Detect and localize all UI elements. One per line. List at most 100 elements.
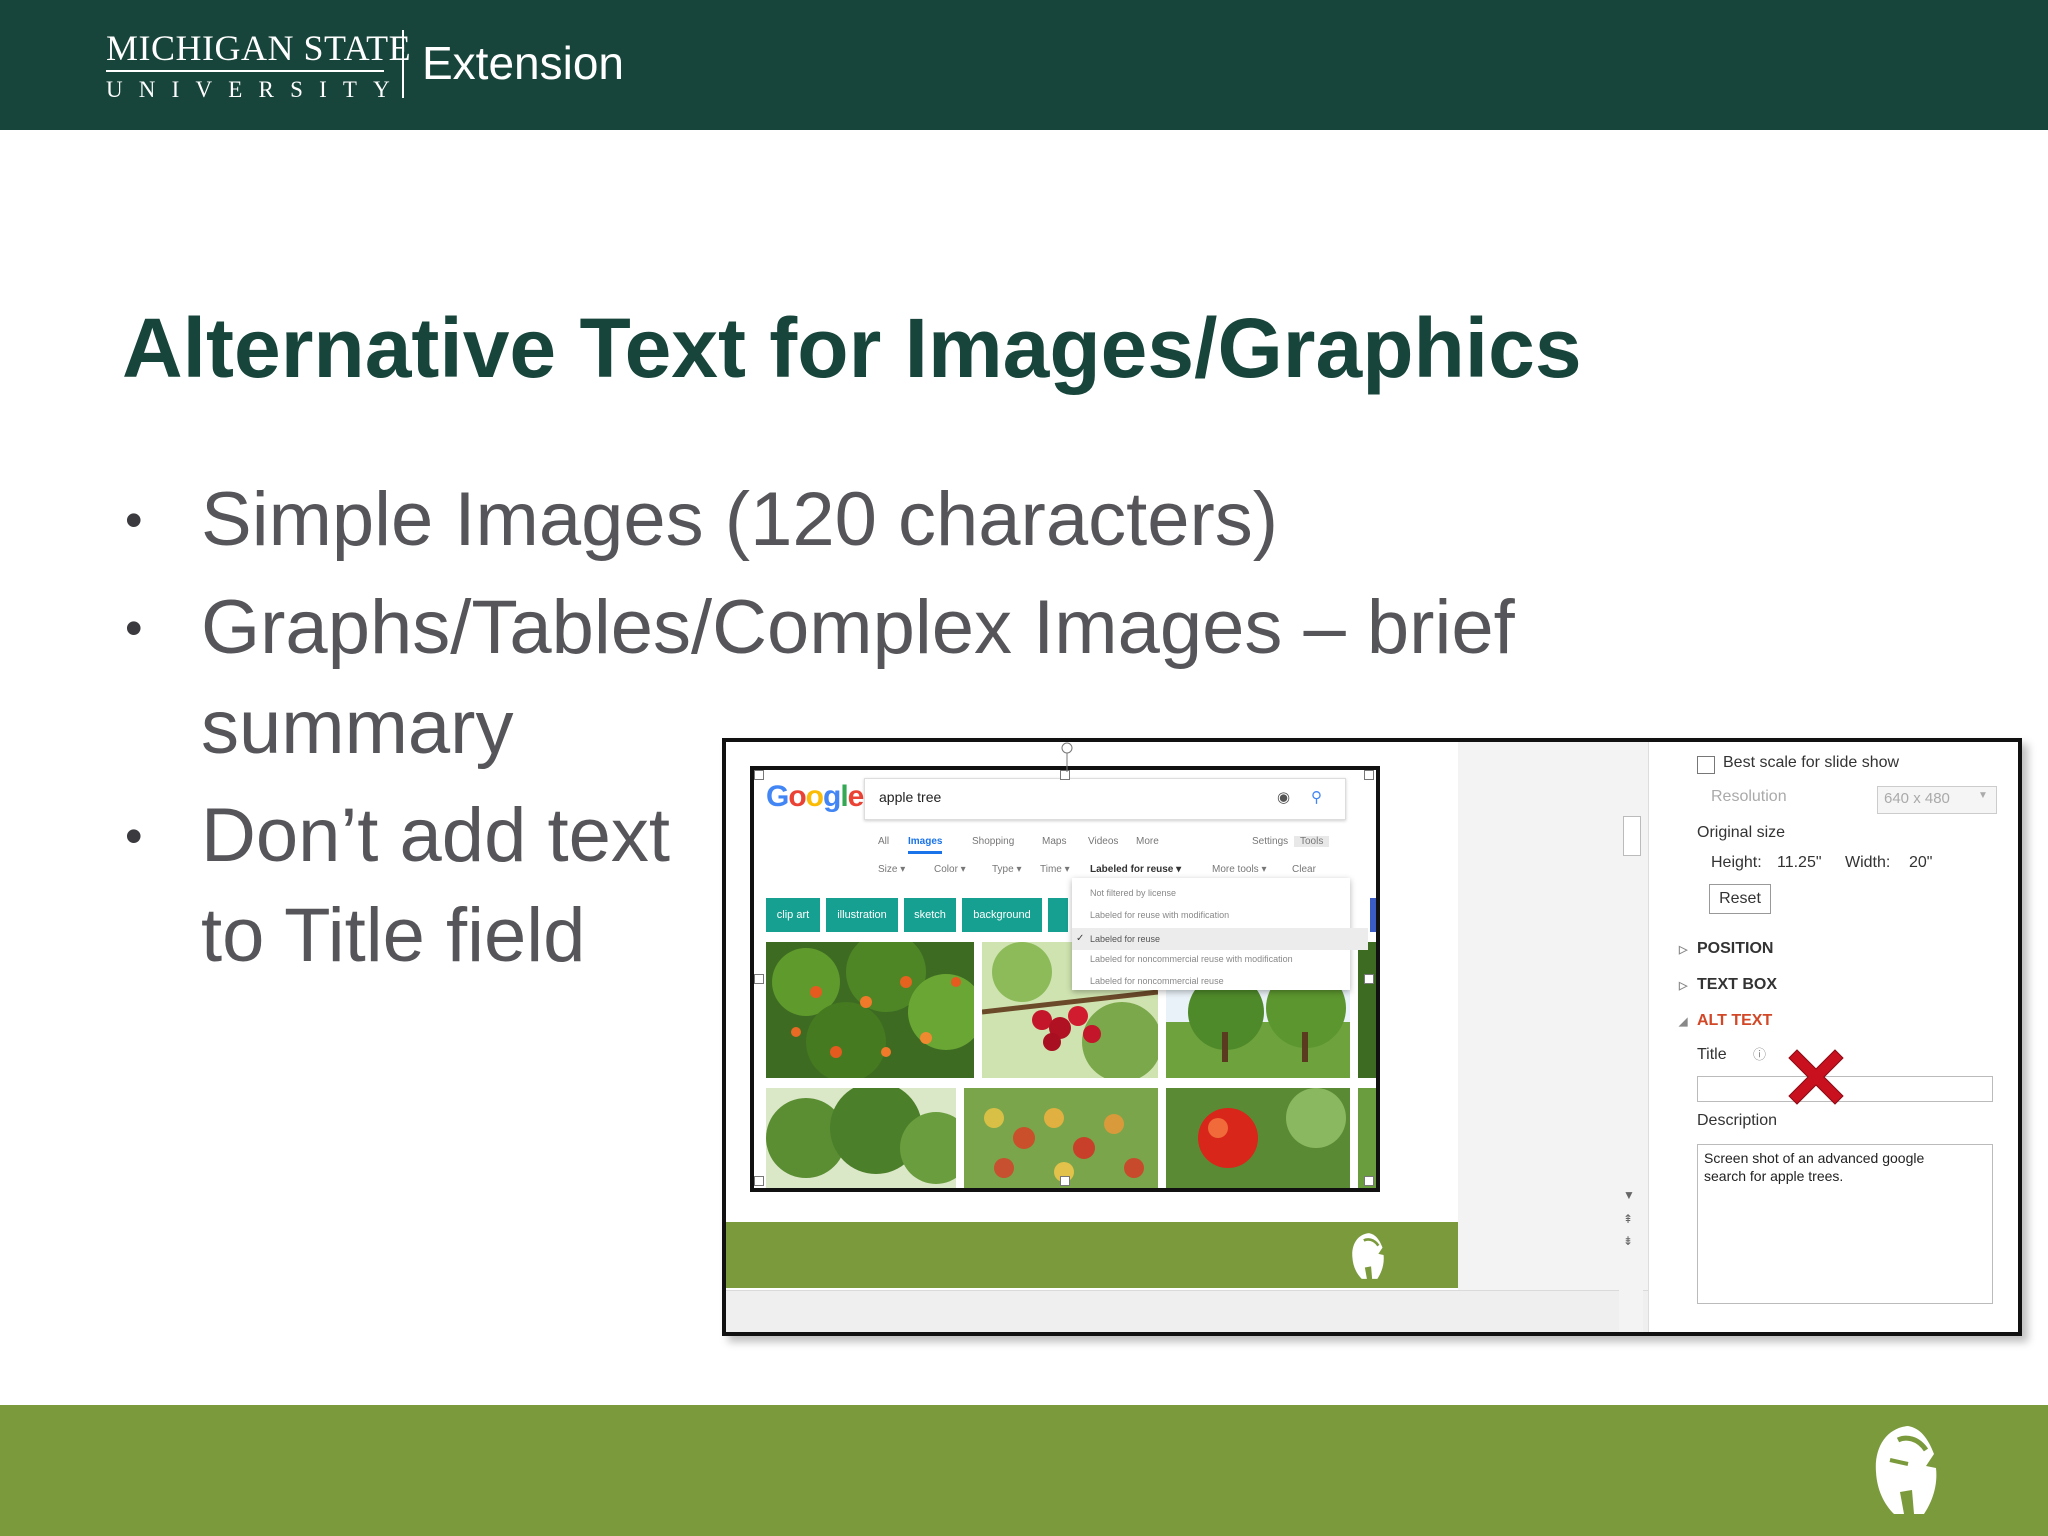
footer-bar — [0, 1405, 2048, 1536]
google-logo: Google — [766, 780, 864, 814]
camera-icon[interactable]: ◉ — [1277, 788, 1290, 806]
width-value: 20" — [1909, 854, 1933, 871]
width-label: Width: — [1845, 854, 1891, 871]
dropdown-option[interactable]: Not filtered by license — [1090, 888, 1176, 898]
dropdown-option-selected[interactable]: ✓ Labeled for reuse — [1072, 928, 1368, 950]
dropdown-option-label: Labeled for reuse — [1090, 934, 1161, 944]
resize-handle[interactable] — [1364, 770, 1374, 780]
chip[interactable] — [1370, 898, 1376, 932]
red-x-icon — [1788, 1049, 1844, 1105]
tall-tree-image — [766, 1088, 956, 1188]
logo-letter: G — [766, 780, 789, 813]
best-scale-label: Best scale for slide show — [1723, 754, 1900, 771]
search-icon[interactable]: ⚲ — [1311, 788, 1322, 806]
scrollbar-thumb[interactable] — [1623, 816, 1641, 856]
search-query: apple tree — [879, 789, 942, 805]
tool-color[interactable]: Color ▾ — [934, 864, 966, 875]
slide-status-strip — [726, 1290, 1648, 1332]
apple-tree-image — [766, 942, 974, 1078]
chip[interactable] — [1048, 898, 1068, 932]
tool-more-tools[interactable]: More tools ▾ — [1212, 864, 1266, 875]
wordmark-rule — [106, 70, 384, 72]
logo-divider — [402, 30, 404, 98]
section-label: TEXT BOX — [1697, 976, 1778, 993]
chip[interactable]: background — [962, 898, 1042, 932]
description-label: Description — [1697, 1112, 1778, 1129]
scroll-down-icon[interactable]: ▼ — [1623, 1188, 1635, 1202]
tab-more[interactable]: More — [1136, 836, 1159, 847]
section-text-box[interactable]: ▷ TEXT BOX — [1679, 976, 1777, 994]
tab-tools[interactable]: Tools — [1294, 836, 1330, 847]
bullet-text-continued: to Title field — [201, 893, 586, 978]
dropdown-option[interactable]: Labeled for noncommercial reuse with mod… — [1090, 954, 1293, 964]
bullet-dot: • — [125, 492, 143, 548]
bullet-item: • Simple Images (120 characters) — [122, 470, 1515, 570]
tab-shopping[interactable]: Shopping — [972, 836, 1014, 847]
tool-type[interactable]: Type ▾ — [992, 864, 1021, 875]
resize-handle[interactable] — [1364, 1176, 1374, 1186]
result-thumbnail[interactable] — [766, 1088, 956, 1188]
prev-slide-icon[interactable]: ⇞ — [1623, 1212, 1633, 1226]
chip[interactable]: clip art — [766, 898, 820, 932]
dropdown-option[interactable]: Labeled for reuse with modification — [1090, 910, 1229, 920]
tool-size[interactable]: Size ▾ — [878, 864, 905, 875]
section-label: ALT TEXT — [1697, 1012, 1773, 1029]
chip[interactable]: illustration — [826, 898, 898, 932]
tool-usage-rights[interactable]: Labeled for reuse ▾ — [1090, 864, 1181, 875]
resize-handle[interactable] — [754, 770, 764, 780]
logo-letter: o — [788, 780, 806, 813]
usage-rights-dropdown: Not filtered by license Labeled for reus… — [1072, 878, 1368, 990]
section-label: POSITION — [1697, 940, 1774, 957]
original-size-label: Original size — [1697, 824, 1786, 841]
bullet-text-continued: summary — [201, 685, 514, 770]
resize-handle[interactable] — [1364, 974, 1374, 984]
result-thumbnail[interactable] — [1358, 1088, 1376, 1188]
rotate-handle[interactable] — [1060, 742, 1074, 772]
google-results-image[interactable]: Google apple tree ◉ ⚲ All Images Shoppin… — [750, 766, 1380, 1192]
best-scale-checkbox[interactable] — [1697, 756, 1715, 774]
spartan-helmet-icon — [1352, 1233, 1384, 1279]
header-bar: MICHIGAN STATE UNIVERSITY Extension — [0, 0, 2048, 130]
resolution-value: 640 x 480 — [1884, 790, 1950, 807]
tab-images[interactable]: Images — [908, 836, 943, 854]
chip[interactable]: sketch — [904, 898, 956, 932]
reset-button[interactable]: Reset — [1709, 884, 1771, 914]
chevron-down-icon: ▼ — [1978, 790, 1988, 801]
tab-videos[interactable]: Videos — [1088, 836, 1118, 847]
expand-icon: ▷ — [1679, 980, 1688, 992]
title-label: Title — [1697, 1046, 1727, 1063]
msu-wordmark: MICHIGAN STATE UNIVERSITY — [106, 30, 411, 102]
section-alt-text[interactable]: ◢ ALT TEXT — [1679, 1012, 1772, 1030]
section-position[interactable]: ▷ POSITION — [1679, 940, 1773, 958]
resize-handle[interactable] — [1060, 1176, 1070, 1186]
collapse-icon: ◢ — [1679, 1016, 1688, 1028]
resize-handle[interactable] — [754, 1176, 764, 1186]
format-picture-pane: ▼ ⇞ ⇟ Best scale for slide show Resoluti… — [1619, 742, 2018, 1332]
tool-time[interactable]: Time ▾ — [1040, 864, 1070, 875]
expand-icon: ▷ — [1679, 944, 1688, 956]
result-thumbnail[interactable] — [766, 942, 974, 1078]
resize-handle[interactable] — [754, 974, 764, 984]
next-slide-icon[interactable]: ⇟ — [1623, 1234, 1633, 1248]
result-thumbnail[interactable] — [1166, 1088, 1350, 1188]
tab-settings[interactable]: Settings — [1252, 836, 1288, 847]
result-thumbnail[interactable] — [964, 1088, 1158, 1188]
tab-maps[interactable]: Maps — [1042, 836, 1066, 847]
bullet-dot: • — [125, 600, 143, 656]
logo-letter: l — [840, 780, 848, 813]
tab-all[interactable]: All — [878, 836, 889, 847]
resolution-select[interactable]: 640 x 480 ▼ — [1877, 786, 1997, 814]
bullet-text: Simple Images (120 characters) — [201, 477, 1279, 562]
tool-clear[interactable]: Clear — [1292, 864, 1316, 875]
info-icon[interactable]: ⓘ — [1753, 1044, 1766, 1063]
height-label: Height: — [1711, 854, 1762, 871]
extension-label: Extension — [422, 37, 625, 89]
apple-cluster-image — [964, 1088, 1158, 1188]
dropdown-option[interactable]: Labeled for noncommercial reuse — [1090, 976, 1224, 986]
google-search-box[interactable]: apple tree ◉ ⚲ — [864, 778, 1346, 820]
embedded-screenshot: Google apple tree ◉ ⚲ All Images Shoppin… — [722, 738, 2022, 1336]
bullet-text: Don’t add text — [201, 793, 670, 878]
result-thumbnail[interactable] — [1358, 942, 1376, 1078]
description-textarea[interactable]: Screen shot of an advanced google search… — [1697, 1144, 1993, 1304]
bullet-text: Graphs/Tables/Complex Images – brief — [201, 585, 1515, 670]
